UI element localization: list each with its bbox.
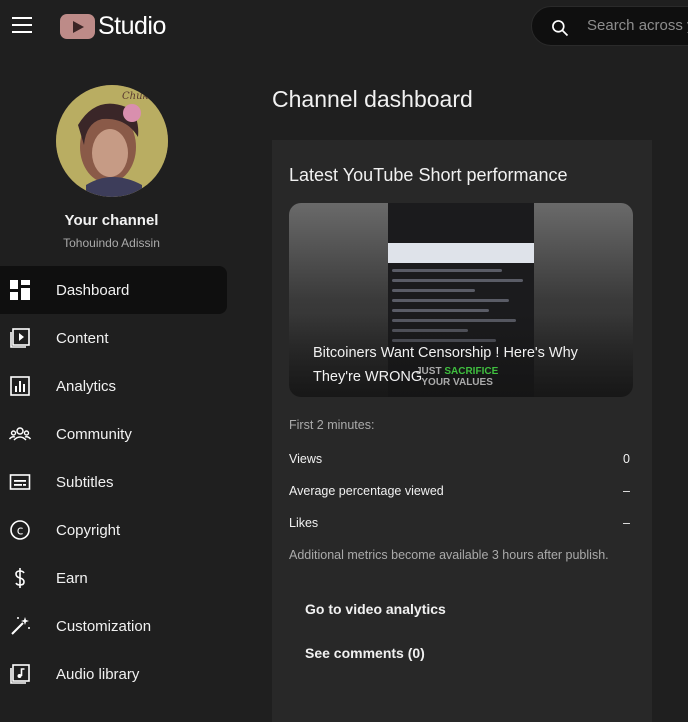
metrics-note: Additional metrics become available 3 ho…: [289, 548, 609, 562]
sidebar-item-label: Analytics: [56, 377, 117, 395]
sidebar-item-label: Copyright: [56, 521, 121, 539]
magic-wand-icon: [11, 617, 30, 635]
studio-logo[interactable]: Studio: [60, 12, 166, 41]
sidebar-item-earn[interactable]: Earn: [0, 554, 227, 602]
channel-label: Your channel: [64, 212, 159, 229]
go-to-video-analytics-button[interactable]: Go to video analytics: [289, 591, 462, 627]
sidebar-item-label: Content: [56, 329, 109, 347]
search-icon[interactable]: [550, 18, 570, 38]
metric-value: –: [623, 516, 630, 530]
avatar-portrait: Chuk: [56, 85, 168, 197]
sidebar-item-content[interactable]: Content: [0, 314, 227, 362]
sidebar-item-label: Audio library: [56, 665, 140, 683]
logo-text: Studio: [98, 12, 166, 40]
search-input[interactable]: [587, 17, 688, 34]
community-icon: [9, 427, 31, 441]
metric-row-views: Views 0: [289, 452, 630, 466]
audio-library-icon: [10, 664, 30, 684]
video-title[interactable]: Bitcoiners Want Censorship ! Here's Why …: [313, 341, 613, 389]
main-content: Channel dashboard Latest YouTube Short p…: [238, 56, 688, 722]
sidebar-nav: Dashboard Content Analytics Community Su…: [0, 266, 227, 698]
metric-row-likes: Likes –: [289, 516, 630, 530]
sidebar-item-label: Customization: [56, 617, 152, 635]
sidebar-item-label: Dashboard: [56, 281, 130, 299]
sidebar-item-copyright[interactable]: c Copyright: [0, 506, 227, 554]
sidebar-item-community[interactable]: Community: [0, 410, 227, 458]
subtitles-icon: [9, 474, 31, 490]
metric-label: Views: [289, 452, 323, 466]
search-box[interactable]: [531, 6, 688, 46]
sidebar-item-label: Subtitles: [56, 473, 114, 491]
metric-value: –: [623, 484, 630, 498]
video-thumbnail[interactable]: JUST SACRIFICE YOUR VALUES Bitcoiners Wan…: [289, 203, 633, 397]
dashboard-icon: [10, 280, 30, 300]
svg-text:Chuk: Chuk: [122, 91, 149, 102]
copyright-icon: c: [10, 520, 30, 540]
content-icon: [10, 328, 30, 348]
metric-row-average-percentage-viewed: Average percentage viewed –: [289, 484, 630, 498]
first-minutes-label: First 2 minutes:: [289, 418, 375, 432]
analytics-icon: [10, 376, 30, 396]
see-comments-button[interactable]: See comments (0): [289, 635, 441, 671]
metric-label: Likes: [289, 516, 319, 530]
latest-short-card: Latest YouTube Short performance JUST SA…: [272, 140, 652, 722]
metric-label: Average percentage viewed: [289, 484, 444, 498]
svg-text:c: c: [17, 524, 24, 538]
sidebar-item-audio-library[interactable]: Audio library: [0, 650, 227, 698]
channel-avatar[interactable]: Chuk: [56, 85, 168, 197]
sidebar-item-label: Community: [56, 425, 132, 443]
sidebar-item-dashboard[interactable]: Dashboard: [0, 266, 227, 314]
sidebar: Chuk Your channel Tohouindo Adissin Dash…: [0, 56, 238, 722]
sidebar-item-subtitles[interactable]: Subtitles: [0, 458, 227, 506]
card-title: Latest YouTube Short performance: [289, 165, 568, 185]
channel-name: Tohouindo Adissin: [63, 236, 160, 250]
menu-icon[interactable]: [12, 17, 32, 33]
top-app-bar: Studio: [0, 0, 688, 56]
dollar-icon: [15, 568, 25, 588]
sidebar-item-label: Earn: [56, 569, 88, 587]
page-title: Channel dashboard: [272, 86, 473, 112]
sidebar-item-customization[interactable]: Customization: [0, 602, 227, 650]
metric-value: 0: [623, 452, 630, 466]
sidebar-item-analytics[interactable]: Analytics: [0, 362, 227, 410]
youtube-play-icon: [60, 14, 95, 39]
